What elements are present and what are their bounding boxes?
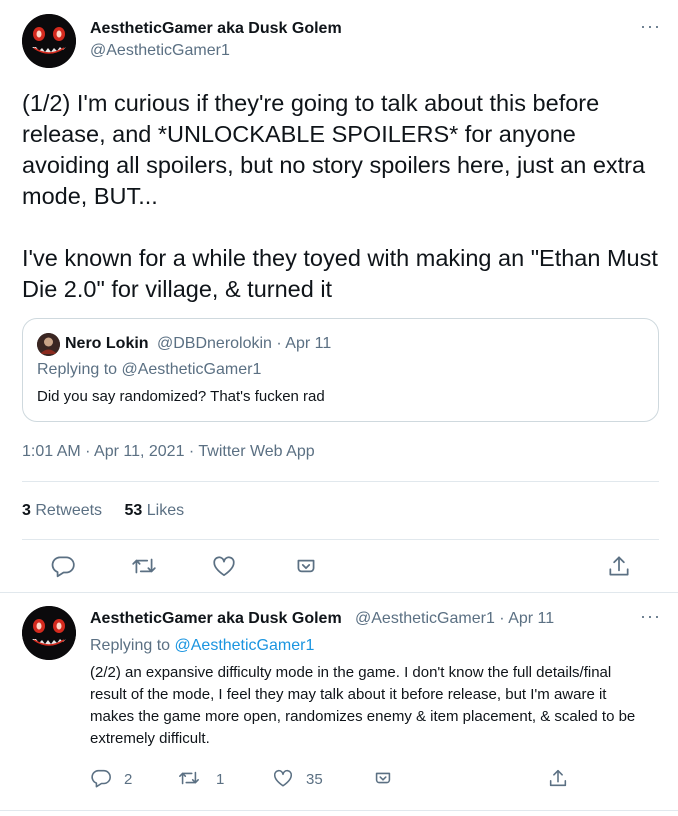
retweets-label: Retweets	[35, 502, 103, 519]
divider	[22, 481, 659, 482]
reply-tweet-text: (2/2) an expansive difficulty mode in th…	[90, 664, 636, 747]
reply-author-avatar[interactable]	[22, 606, 76, 660]
reply-author-meta[interactable]: @AestheticGamer1 · Apr 11	[355, 610, 554, 628]
retweet-count: 1	[216, 771, 225, 788]
quoted-author-name: Nero Lokin	[65, 335, 149, 352]
like-count: 35	[306, 771, 323, 788]
quoted-tweet-text: Did you say randomized? That's fucken ra…	[37, 388, 325, 405]
quoted-author-meta: @DBDnerolokin · Apr 11	[157, 335, 332, 352]
likes-label: Likes	[146, 502, 185, 519]
replying-to-handle-link[interactable]: @AestheticGamer1	[175, 637, 315, 654]
reply-icon[interactable]	[90, 767, 112, 789]
reply-more-options-icon[interactable]: ···	[640, 606, 661, 627]
quoted-author-avatar	[37, 333, 60, 356]
heart-icon[interactable]	[211, 553, 237, 579]
likes-stat[interactable]: 53 Likes	[125, 502, 185, 519]
replying-to-prefix: Replying to	[90, 637, 175, 654]
divider	[0, 592, 678, 593]
more-options-icon[interactable]: ···	[640, 16, 661, 37]
reply-icon[interactable]	[50, 553, 76, 579]
reply-replying-to: Replying to @AestheticGamer1	[90, 637, 314, 655]
retweet-icon[interactable]	[178, 767, 200, 789]
reply-count: 2	[124, 771, 133, 788]
author-handle[interactable]: @AestheticGamer1	[90, 42, 230, 60]
author-name[interactable]: AestheticGamer aka Dusk Golem	[90, 20, 342, 38]
quoted-replying-to: Replying to @AestheticGamer1	[37, 361, 262, 378]
author-avatar[interactable]	[22, 14, 76, 68]
quoted-tweet[interactable]: Nero Lokin @DBDnerolokin · Apr 11 Replyi…	[22, 318, 659, 422]
divider	[22, 539, 659, 540]
reply-author-name[interactable]: AestheticGamer aka Dusk Golem	[90, 610, 342, 628]
tweet-stats: 3 Retweets 53 Likes	[22, 502, 202, 520]
tweet-text: (1/2) I'm curious if they're going to ta…	[22, 90, 658, 302]
divider	[0, 810, 678, 811]
retweets-count: 3	[22, 502, 31, 519]
retweets-stat[interactable]: 3 Retweets	[22, 502, 102, 519]
share-icon[interactable]	[547, 767, 569, 789]
likes-count: 53	[124, 502, 143, 519]
tweet-timestamp[interactable]: 1:01 AM · Apr 11, 2021 · Twitter Web App	[22, 443, 315, 461]
retweet-icon[interactable]	[131, 553, 157, 579]
heart-icon[interactable]	[272, 767, 294, 789]
save-icon[interactable]	[293, 553, 319, 579]
save-icon[interactable]	[372, 767, 394, 789]
share-icon[interactable]	[606, 553, 632, 579]
